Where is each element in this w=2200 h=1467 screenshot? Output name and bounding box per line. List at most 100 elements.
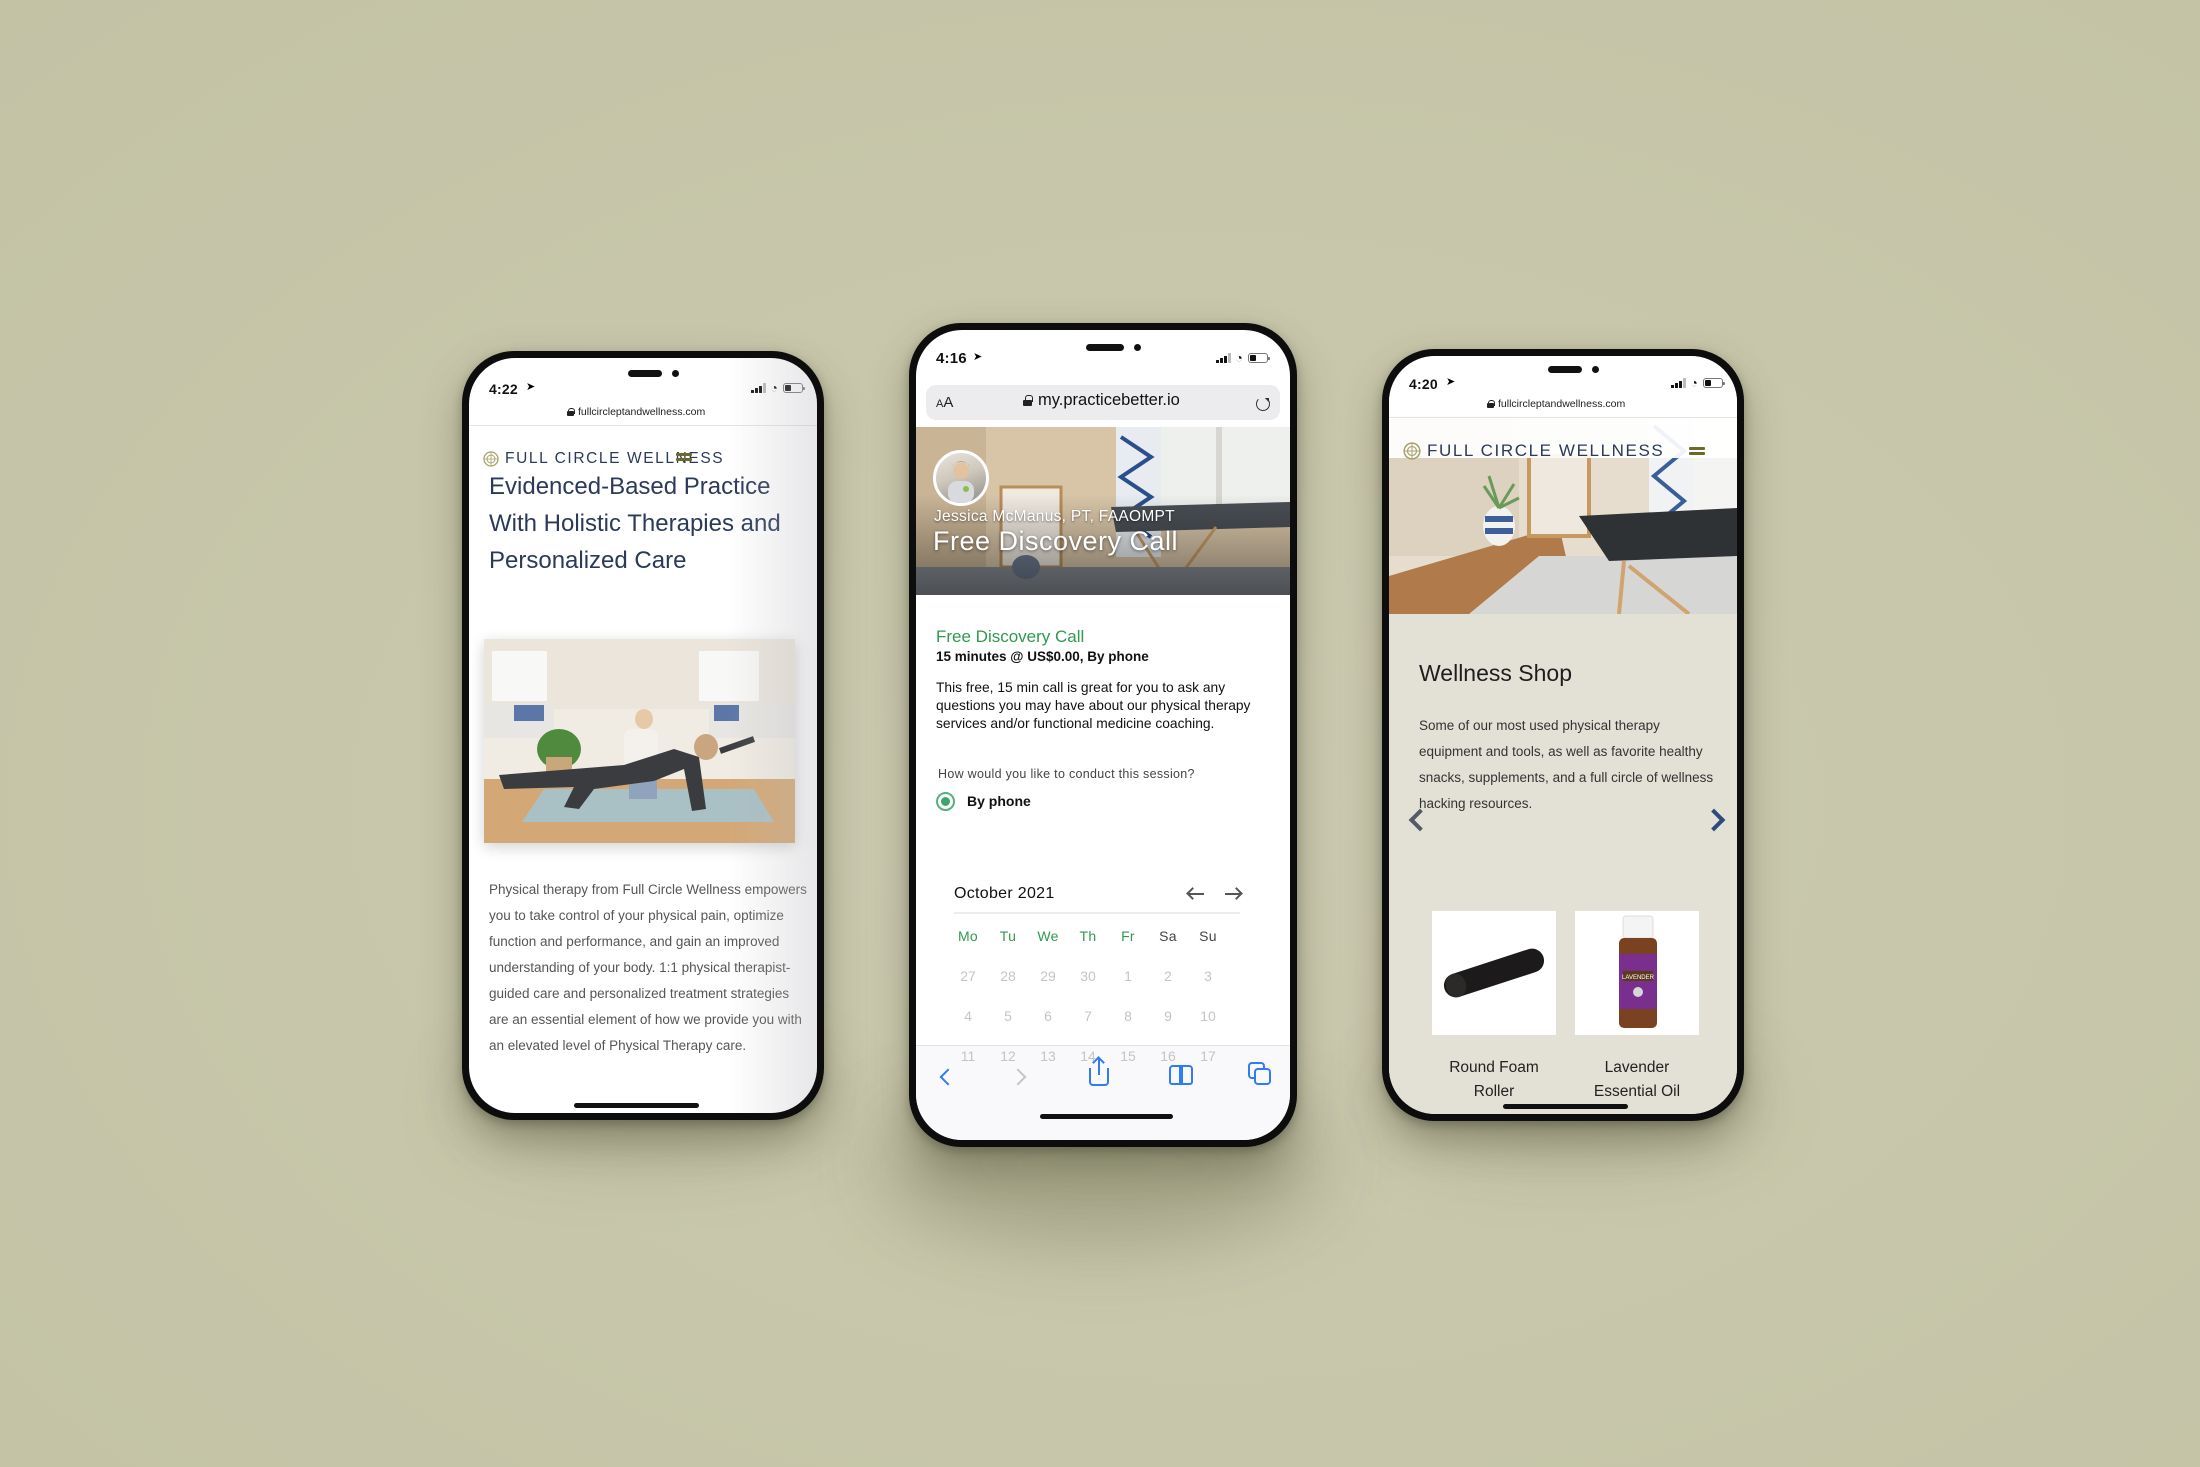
calendar-day: 8 bbox=[1124, 1008, 1132, 1024]
calendar-day: 30 bbox=[1080, 968, 1096, 984]
calendar-weekday: Tu bbox=[999, 928, 1017, 944]
text-size-button[interactable]: AA bbox=[936, 394, 953, 411]
product-label-text: LAVENDER bbox=[1622, 975, 1655, 981]
phone-booking-page: 4:16 ➤ ◔ AA my.practicebetter.io Jessica… bbox=[909, 323, 1297, 1147]
battery-icon bbox=[782, 383, 806, 393]
wifi-icon: ◔ bbox=[1235, 351, 1243, 365]
bookmarks-icon[interactable] bbox=[1169, 1065, 1193, 1085]
status-icons: ◔ bbox=[1216, 351, 1271, 365]
service-description: This free, 15 min call is great for you … bbox=[936, 680, 1251, 731]
home-indicator bbox=[574, 1103, 699, 1108]
url-text: fullcircleptandwellness.com bbox=[1498, 398, 1626, 410]
calendar-day: 15 bbox=[1120, 1048, 1136, 1064]
phone-home-page: 4:22 ➤ ◔ fullcircleptandwellness.com FUL… bbox=[462, 351, 824, 1120]
tabs-icon[interactable] bbox=[1248, 1062, 1272, 1086]
hamburger-menu-icon[interactable] bbox=[676, 453, 692, 463]
back-icon[interactable] bbox=[939, 1068, 957, 1086]
calendar-next-arrow-icon[interactable] bbox=[1224, 887, 1243, 901]
shop-section bbox=[1389, 614, 1737, 1114]
status-time: 4:16 bbox=[936, 350, 967, 367]
page-heading: Evidenced-Based Practice With Holistic T… bbox=[489, 473, 781, 574]
status-icons: ◔ bbox=[751, 381, 806, 395]
hamburger-menu-icon[interactable] bbox=[1689, 447, 1713, 457]
lock-icon bbox=[567, 408, 575, 416]
calendar-day: 9 bbox=[1164, 1008, 1172, 1024]
location-icon: ➤ bbox=[1446, 376, 1456, 388]
camera-dot bbox=[1592, 366, 1599, 373]
speaker-notch bbox=[1086, 344, 1124, 351]
product-image-foam-roller[interactable] bbox=[1432, 911, 1556, 1035]
screen: 4:20 ➤ ◔ fullcircleptandwellness.com FUL… bbox=[1389, 356, 1737, 1114]
calendar-day: 4 bbox=[964, 1008, 972, 1024]
status-time: 4:22 bbox=[489, 381, 518, 397]
calendar-month: October 2021 bbox=[954, 885, 1055, 902]
shop-description: Some of our most used physical therapy e… bbox=[1419, 718, 1714, 811]
wifi-icon: ◔ bbox=[770, 381, 778, 395]
calendar-day: 2 bbox=[1164, 968, 1172, 984]
screen: 4:22 ➤ ◔ fullcircleptandwellness.com FUL… bbox=[469, 358, 817, 1113]
signal-icon bbox=[1671, 378, 1686, 388]
calendar-day: 14 bbox=[1080, 1048, 1096, 1064]
service-meta: 15 minutes @ US$0.00, By phone bbox=[936, 649, 1149, 664]
calendar-weekday: Sa bbox=[1159, 928, 1177, 944]
speaker-notch bbox=[628, 370, 662, 377]
calendar-day: 6 bbox=[1044, 1008, 1052, 1024]
logo-icon bbox=[483, 451, 499, 467]
phone-shop-page: 4:20 ➤ ◔ fullcircleptandwellness.com FUL… bbox=[1382, 349, 1744, 1121]
location-icon: ➤ bbox=[526, 381, 536, 393]
signal-icon bbox=[1216, 353, 1231, 363]
url-text: my.practicebetter.io bbox=[1038, 391, 1180, 409]
url-bar[interactable]: fullcircleptandwellness.com bbox=[1487, 398, 1625, 410]
url-divider bbox=[469, 425, 817, 426]
url-text: fullcircleptandwellness.com bbox=[578, 406, 706, 418]
url-bar[interactable]: fullcircleptandwellness.com bbox=[567, 406, 705, 418]
url-display[interactable]: my.practicebetter.io bbox=[1023, 391, 1180, 410]
product-name-lavender-oil[interactable]: Lavender Essential Oil bbox=[1568, 1056, 1706, 1104]
practitioner-avatar bbox=[933, 450, 989, 506]
brand-logo[interactable]: FULL CIRCLE WELLNESS bbox=[1403, 441, 1664, 461]
status-icons: ◔ bbox=[1671, 376, 1726, 390]
home-indicator bbox=[1503, 1104, 1628, 1109]
session-question: How would you like to conduct this sessi… bbox=[938, 767, 1195, 781]
therapy-session-photo bbox=[484, 639, 795, 843]
radio-by-phone-label[interactable]: By phone bbox=[967, 793, 1031, 809]
calendar-day: 7 bbox=[1084, 1008, 1092, 1024]
calendar-day: 5 bbox=[1004, 1008, 1012, 1024]
brand-name: FULL CIRCLE WELLNESS bbox=[1427, 441, 1665, 460]
calendar-day: 16 bbox=[1160, 1048, 1176, 1064]
calendar-weekday: Mo bbox=[957, 928, 979, 944]
speaker-notch bbox=[1548, 366, 1582, 373]
product-image-lavender-oil[interactable]: LAVENDER bbox=[1575, 911, 1699, 1035]
battery-icon bbox=[1702, 378, 1726, 388]
reload-icon[interactable] bbox=[1256, 397, 1270, 411]
status-time: 4:20 bbox=[1409, 376, 1438, 392]
calendar-divider bbox=[954, 912, 1240, 914]
calendar-day: 1 bbox=[1124, 968, 1132, 984]
signal-icon bbox=[751, 383, 766, 393]
home-indicator bbox=[1040, 1114, 1173, 1119]
calendar-day: 10 bbox=[1200, 1008, 1216, 1024]
radio-by-phone[interactable] bbox=[936, 792, 955, 811]
calendar-day: 29 bbox=[1040, 968, 1056, 984]
intro-paragraph: Physical therapy from Full Circle Wellne… bbox=[489, 882, 807, 1053]
lock-icon bbox=[1487, 400, 1495, 408]
calendar-day: 28 bbox=[1000, 968, 1016, 984]
hero-title: Free Discovery Call bbox=[933, 526, 1179, 556]
calendar-day: 17 bbox=[1200, 1048, 1216, 1064]
calendar-day: 11 bbox=[960, 1048, 976, 1064]
calendar-day: 27 bbox=[960, 968, 976, 984]
shop-title: Wellness Shop bbox=[1419, 660, 1572, 686]
calendar-prev-arrow-icon[interactable] bbox=[1186, 887, 1205, 901]
logo-icon bbox=[1403, 442, 1421, 460]
lock-icon bbox=[1023, 395, 1033, 406]
camera-dot bbox=[1134, 344, 1141, 351]
camera-dot bbox=[672, 370, 679, 377]
calendar-weekday: Su bbox=[1199, 928, 1217, 944]
wifi-icon: ◔ bbox=[1690, 376, 1698, 390]
calendar-day: 3 bbox=[1204, 968, 1212, 984]
forward-icon bbox=[1009, 1068, 1027, 1086]
location-icon: ➤ bbox=[973, 351, 983, 363]
product-name-foam-roller[interactable]: Round Foam Roller bbox=[1425, 1056, 1563, 1104]
service-title: Free Discovery Call bbox=[936, 627, 1085, 646]
url-divider bbox=[1389, 417, 1737, 418]
